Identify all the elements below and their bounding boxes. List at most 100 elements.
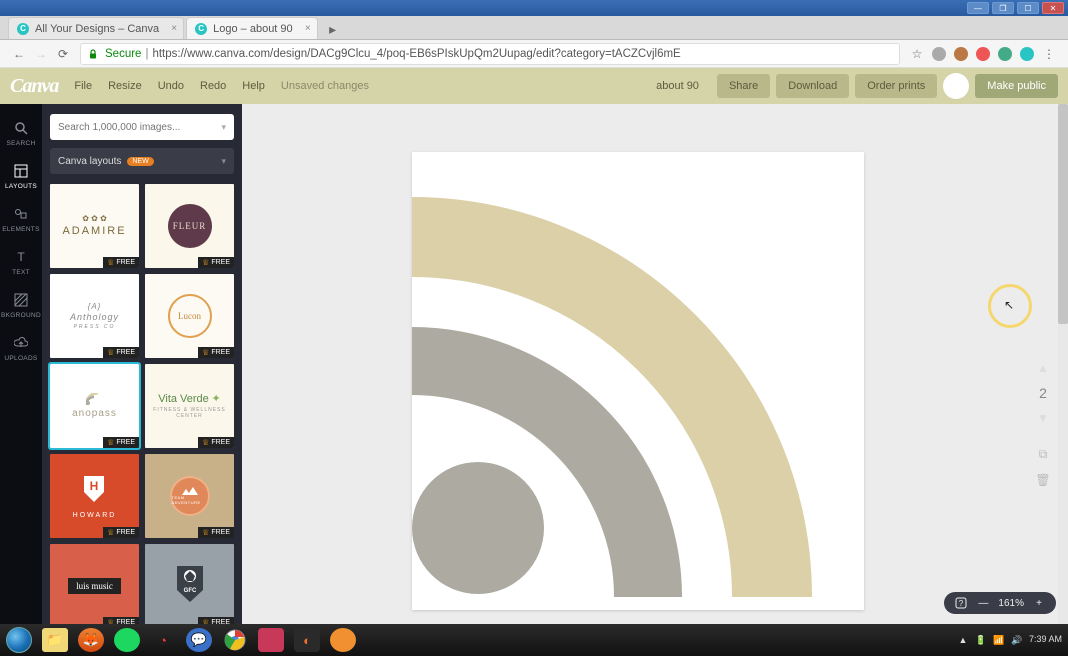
start-button[interactable] <box>6 627 32 653</box>
free-badge: FREE <box>198 527 234 538</box>
thumb-title: Vita Verde ✦ FITNESS & WELLNESS CENTER <box>145 392 234 419</box>
window-maximize-button[interactable]: ☐ <box>1017 2 1039 14</box>
browser-tab-active[interactable]: C Logo – about 90 × <box>186 17 318 39</box>
extension-icon[interactable] <box>976 47 990 61</box>
rail-text[interactable]: T TEXT <box>0 241 42 284</box>
order-prints-button[interactable]: Order prints <box>855 74 937 98</box>
canva-logo[interactable]: Canva <box>10 75 58 98</box>
separator: | <box>145 48 148 60</box>
redo-button[interactable]: Redo <box>200 80 226 92</box>
close-icon[interactable]: × <box>305 23 311 34</box>
extension-icon[interactable] <box>1020 47 1034 61</box>
thumb-title: H HOWARD <box>73 474 117 519</box>
extension-icon[interactable] <box>998 47 1012 61</box>
clock[interactable]: 7:39 AM <box>1029 635 1062 645</box>
template-thumb-selected[interactable]: anopass FREE <box>50 364 139 448</box>
help-menu[interactable]: Help <box>242 80 265 92</box>
svg-text:GFC: GFC <box>183 588 196 594</box>
template-thumb[interactable]: H HOWARD FREE <box>50 454 139 538</box>
rail-layouts[interactable]: LAYOUTS <box>0 155 42 198</box>
scrollbar-thumb[interactable] <box>1058 104 1068 324</box>
file-menu[interactable]: File <box>74 80 92 92</box>
template-thumb[interactable]: Vita Verde ✦ FITNESS & WELLNESS CENTER F… <box>145 364 234 448</box>
thumb-title: FLEUR <box>168 204 212 248</box>
star-icon[interactable]: ☆ <box>906 43 928 65</box>
rail-label: TEXT <box>12 269 30 276</box>
window-minimize-button[interactable]: — <box>967 2 989 14</box>
taskbar-app-icon[interactable] <box>258 628 284 652</box>
thumb-title: ✿ ✿ ✿ ADAMIRE <box>62 214 126 239</box>
template-thumb[interactable]: Lucon FREE <box>145 274 234 358</box>
windows-taskbar: 📁 🦊 ◔ 💬 ◐ ▲ 🔋 📶 🔊 7:39 AM <box>0 624 1068 656</box>
taskbar-explorer-icon[interactable]: 📁 <box>42 628 68 652</box>
page-up-icon[interactable]: ▲ <box>1034 359 1052 377</box>
page-number: 2 <box>1039 385 1047 401</box>
elements-icon <box>13 206 29 222</box>
template-thumb[interactable]: FLEUR FREE <box>145 184 234 268</box>
rail-search[interactable]: SEARCH <box>0 112 42 155</box>
extension-icon[interactable] <box>932 47 946 61</box>
rail-elements[interactable]: ELEMENTS <box>0 198 42 241</box>
copy-page-icon[interactable]: ⧉ <box>1034 445 1052 463</box>
undo-button[interactable]: Undo <box>158 80 184 92</box>
window-close-button[interactable]: ✕ <box>1042 2 1064 14</box>
taskbar-firefox-icon[interactable]: 🦊 <box>78 628 104 652</box>
canvas-area[interactable]: ▲ 2 ▼ ⧉ 🗑 ↖ ? — 161% + <box>242 104 1068 624</box>
rail-background[interactable]: BKGROUND <box>0 284 42 327</box>
close-icon[interactable]: × <box>171 23 177 34</box>
zoom-out-button[interactable]: — <box>976 598 990 609</box>
artboard[interactable] <box>412 152 864 610</box>
taskbar-app-icon[interactable]: ◔ <box>150 628 176 652</box>
new-tab-button[interactable]: ▸ <box>324 21 342 37</box>
taskbar-chrome-icon[interactable] <box>222 628 248 652</box>
taskbar-spotify-icon[interactable] <box>114 628 140 652</box>
layouts-dropdown[interactable]: Canva layouts NEW ▾ <box>50 148 234 174</box>
free-badge: FREE <box>103 347 139 358</box>
help-icon[interactable]: ? <box>954 597 968 609</box>
search-input[interactable] <box>50 114 234 140</box>
share-button[interactable]: Share <box>717 74 770 98</box>
system-tray: ▲ 🔋 📶 🔊 7:39 AM <box>957 634 1062 646</box>
chevron-down-icon[interactable]: ▾ <box>221 122 226 133</box>
browser-menu-button[interactable]: ⋮ <box>1038 43 1060 65</box>
forward-button[interactable]: → <box>30 43 52 65</box>
template-thumb[interactable]: ✿ ✿ ✿ ADAMIRE FREE <box>50 184 139 268</box>
download-button[interactable]: Download <box>776 74 849 98</box>
template-grid: ✿ ✿ ✿ ADAMIRE FREE FLEUR FREE {A} Anthol… <box>50 184 234 624</box>
back-button[interactable]: ← <box>8 43 30 65</box>
template-thumb[interactable]: TEAM ADVENTURE FREE <box>145 454 234 538</box>
browser-tab[interactable]: C All Your Designs – Canva × <box>8 17 184 39</box>
new-badge: NEW <box>127 157 153 166</box>
make-public-button[interactable]: Make public <box>975 74 1058 98</box>
thumb-title: anopass <box>72 393 117 420</box>
rail-label: ELEMENTS <box>2 226 39 233</box>
tray-icon[interactable]: 🔋 <box>975 634 987 646</box>
document-title[interactable]: about 90 <box>656 80 699 92</box>
rail-uploads[interactable]: UPLOADS <box>0 327 42 370</box>
taskbar-app-icon[interactable] <box>330 628 356 652</box>
zoom-in-button[interactable]: + <box>1032 598 1046 609</box>
tray-volume-icon[interactable]: 🔊 <box>1011 634 1023 646</box>
template-thumb[interactable]: luis music FREE <box>50 544 139 624</box>
logo-dot[interactable] <box>412 462 544 594</box>
tray-icon[interactable]: 📶 <box>993 634 1005 646</box>
resize-menu[interactable]: Resize <box>108 80 142 92</box>
canva-topbar: Canva File Resize Undo Redo Help Unsaved… <box>0 68 1068 104</box>
tray-up-icon[interactable]: ▲ <box>957 634 969 646</box>
free-badge: FREE <box>103 527 139 538</box>
taskbar-app-icon[interactable]: ◐ <box>294 628 320 652</box>
page-down-icon[interactable]: ▼ <box>1034 409 1052 427</box>
window-half-button[interactable]: ❐ <box>992 2 1014 14</box>
template-thumb[interactable]: {A} Anthology PRESS CO FREE <box>50 274 139 358</box>
url-text: https://www.canva.com/design/DACg9Clcu_4… <box>152 48 680 60</box>
reload-button[interactable]: ⟳ <box>52 43 74 65</box>
secure-label: Secure <box>105 48 141 60</box>
extension-icon[interactable] <box>954 47 968 61</box>
taskbar-app-icon[interactable]: 💬 <box>186 628 212 652</box>
template-thumb[interactable]: GFC FREE <box>145 544 234 624</box>
free-badge: FREE <box>198 617 234 624</box>
delete-page-icon[interactable]: 🗑 <box>1034 471 1052 489</box>
url-field[interactable]: Secure | https://www.canva.com/design/DA… <box>80 43 900 65</box>
background-icon <box>13 292 29 308</box>
avatar[interactable] <box>943 73 969 99</box>
